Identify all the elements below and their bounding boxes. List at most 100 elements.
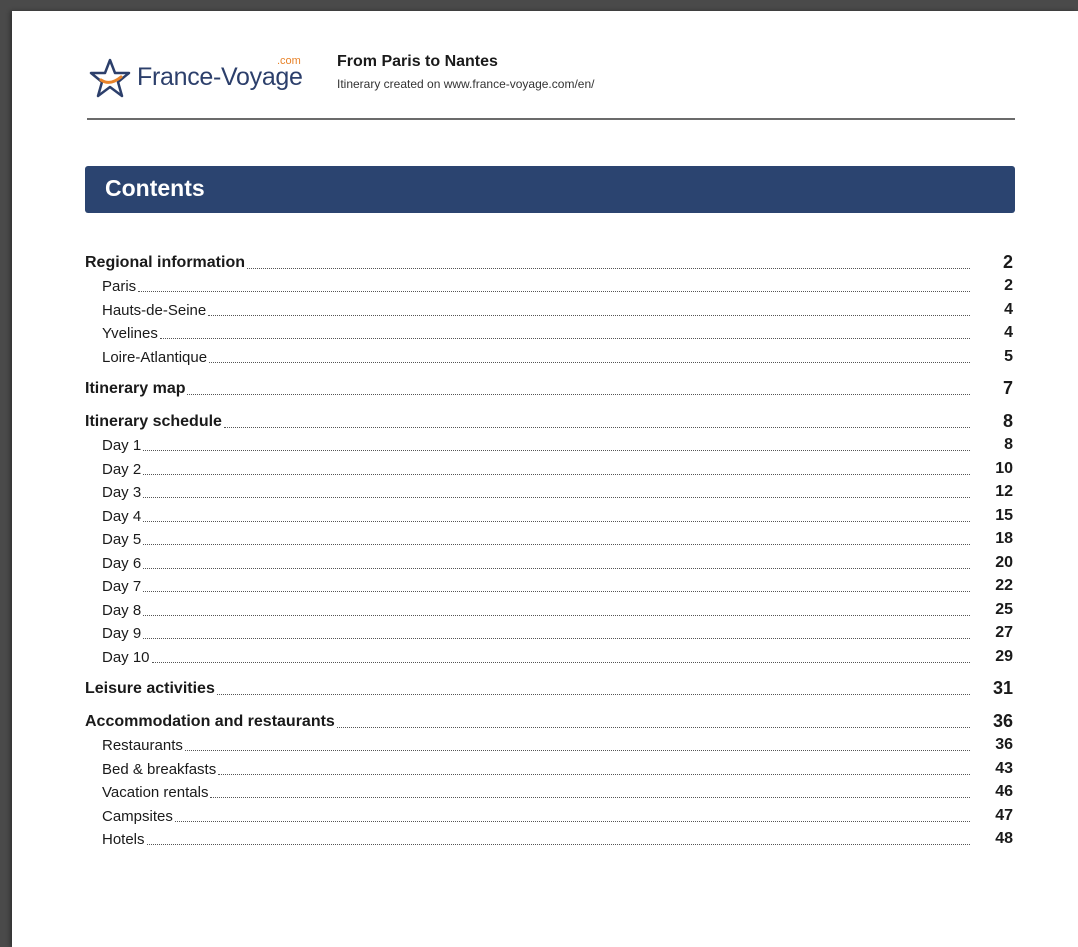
dot-leader (209, 361, 970, 363)
dot-leader (174, 820, 970, 822)
toc-page-number: 4 (1004, 324, 1013, 341)
dot-leader (210, 797, 970, 798)
logo-suffix: .com (277, 55, 301, 67)
dot-leader (159, 338, 970, 339)
toc-subentry[interactable]: Campsites 47 (85, 804, 1015, 828)
toc-page-number: 43 (995, 759, 1013, 777)
dot-leader (143, 614, 970, 616)
dot-leader (143, 544, 970, 545)
toc-entry-label: Day 3 (85, 484, 142, 504)
toc-subentry[interactable]: Day 4 15 (85, 504, 1015, 528)
toc-page-number: 8 (1004, 436, 1013, 453)
toc-subentry[interactable]: Day 10 29 (85, 645, 1015, 669)
dot-leader (143, 591, 970, 592)
toc-entry-label: Accommodation and restaurants (85, 712, 335, 734)
toc-page-number: 29 (995, 647, 1013, 665)
dot-leader (223, 426, 970, 428)
toc-subentry[interactable]: Day 8 25 (85, 598, 1015, 622)
star-logo-icon (89, 58, 131, 98)
toc-page-number: 10 (995, 459, 1013, 477)
toc-subentry[interactable]: Day 1 8 (85, 434, 1015, 457)
toc-subentry[interactable]: Day 9 27 (85, 622, 1015, 645)
toc-page-number: 25 (995, 600, 1013, 618)
toc-section: Accommodation and restaurants 36 Restauran… (85, 710, 1015, 851)
toc-subentry[interactable]: Bed & breakfasts 43 (85, 757, 1015, 781)
toc-page-number: 2 (1002, 251, 1013, 272)
toc-section-entry[interactable]: Accommodation and restaurants 36 (85, 710, 1015, 734)
toc-page-number: 20 (995, 553, 1013, 571)
toc-entry-label: Day 7 (85, 578, 142, 598)
dot-leader (336, 726, 970, 728)
toc-entry-label: Day 1 (85, 437, 142, 457)
contents-heading: Contents (105, 175, 205, 201)
toc-section-entry[interactable]: Itinerary map 7 (85, 378, 1015, 401)
toc-section-entry[interactable]: Regional information 2 (85, 251, 1015, 275)
toc-entry-label: Hotels (85, 831, 145, 851)
toc-subentry[interactable]: Day 2 10 (85, 457, 1015, 481)
toc-entry-label: Day 9 (85, 625, 142, 645)
toc-subentry[interactable]: Day 3 12 (85, 481, 1015, 504)
toc-entry-label: Regional information (85, 253, 245, 275)
dot-leader (208, 314, 970, 316)
toc-page-number: 47 (995, 806, 1013, 824)
toc-section: Itinerary schedule 8 Day 1 8 Day 2 10 Day 3 12 D… (85, 410, 1015, 669)
dot-leader (216, 694, 970, 695)
toc-subentry[interactable]: Hotels 48 (85, 828, 1015, 851)
contents-banner: Contents (85, 166, 1015, 213)
toc-page-number: 46 (995, 783, 1013, 800)
toc-entry-label: Day 2 (85, 460, 142, 481)
france-voyage-logo[interactable]: France-Voyage .com (87, 54, 317, 104)
table-of-contents: Regional information 2 Paris 2 Hauts-de-Sein… (85, 251, 1015, 860)
toc-subentry[interactable]: Day 6 20 (85, 551, 1015, 575)
toc-entry-label: Restaurants (85, 737, 183, 757)
toc-entry-label: Bed & breakfasts (85, 760, 217, 781)
dot-leader (143, 450, 970, 451)
toc-subentry[interactable]: Yvelines 4 (85, 322, 1015, 345)
toc-entry-label: Day 10 (85, 648, 150, 669)
toc-page-number: 48 (995, 830, 1013, 847)
document-title: From Paris to Nantes (337, 53, 498, 70)
toc-subentry[interactable]: Day 5 18 (85, 528, 1015, 551)
toc-section-entry[interactable]: Itinerary schedule 8 (85, 410, 1015, 434)
dot-leader (143, 567, 970, 569)
toc-page-number: 5 (1004, 347, 1013, 365)
dot-leader (143, 497, 970, 498)
toc-entry-label: Itinerary map (85, 380, 186, 401)
dot-leader (143, 520, 970, 522)
toc-page-number: 4 (1004, 300, 1013, 318)
dot-leader (184, 750, 970, 751)
toc-entry-label: Day 8 (85, 601, 142, 622)
toc-entry-label: Campsites (85, 807, 173, 828)
toc-section: Regional information 2 Paris 2 Hauts-de-Sein… (85, 251, 1015, 369)
toc-section-entry[interactable]: Leisure activities 31 (85, 678, 1015, 701)
toc-page-number: 36 (992, 710, 1013, 731)
dot-leader (187, 394, 970, 395)
toc-page-number: 36 (995, 736, 1013, 753)
toc-page-number: 27 (995, 624, 1013, 641)
toc-page-number: 2 (1004, 277, 1013, 294)
toc-subentry[interactable]: Paris 2 (85, 275, 1015, 298)
toc-subentry[interactable]: Restaurants 36 (85, 734, 1015, 757)
toc-section: Itinerary map 7 (85, 378, 1015, 401)
toc-entry-label: Itinerary schedule (85, 412, 222, 434)
toc-entry-label: Day 4 (85, 507, 142, 528)
toc-subentry[interactable]: Hauts-de-Seine 4 (85, 298, 1015, 322)
toc-entry-label: Day 6 (85, 554, 142, 575)
toc-entry-label: Day 5 (85, 531, 142, 551)
dot-leader (143, 638, 970, 639)
toc-section: Leisure activities 31 (85, 678, 1015, 701)
toc-entry-label: Paris (85, 278, 137, 298)
toc-entry-label: Leisure activities (85, 680, 215, 701)
document-subtitle: Itinerary created on www.france-voyage.c… (337, 77, 595, 91)
toc-subentry[interactable]: Loire-Atlantique 5 (85, 345, 1015, 369)
toc-subentry[interactable]: Vacation rentals 46 (85, 781, 1015, 804)
toc-subentry[interactable]: Day 7 22 (85, 575, 1015, 598)
logo-wordmark: France-Voyage (137, 63, 303, 91)
toc-entry-label: Vacation rentals (85, 784, 209, 804)
toc-entry-label: Hauts-de-Seine (85, 301, 207, 322)
toc-page-number: 8 (1002, 410, 1013, 431)
dot-leader (247, 267, 970, 269)
page-header: France-Voyage .com From Paris to Nantes … (87, 46, 1015, 120)
toc-page-number: 7 (1002, 378, 1013, 398)
toc-entry-label: Yvelines (85, 325, 158, 345)
